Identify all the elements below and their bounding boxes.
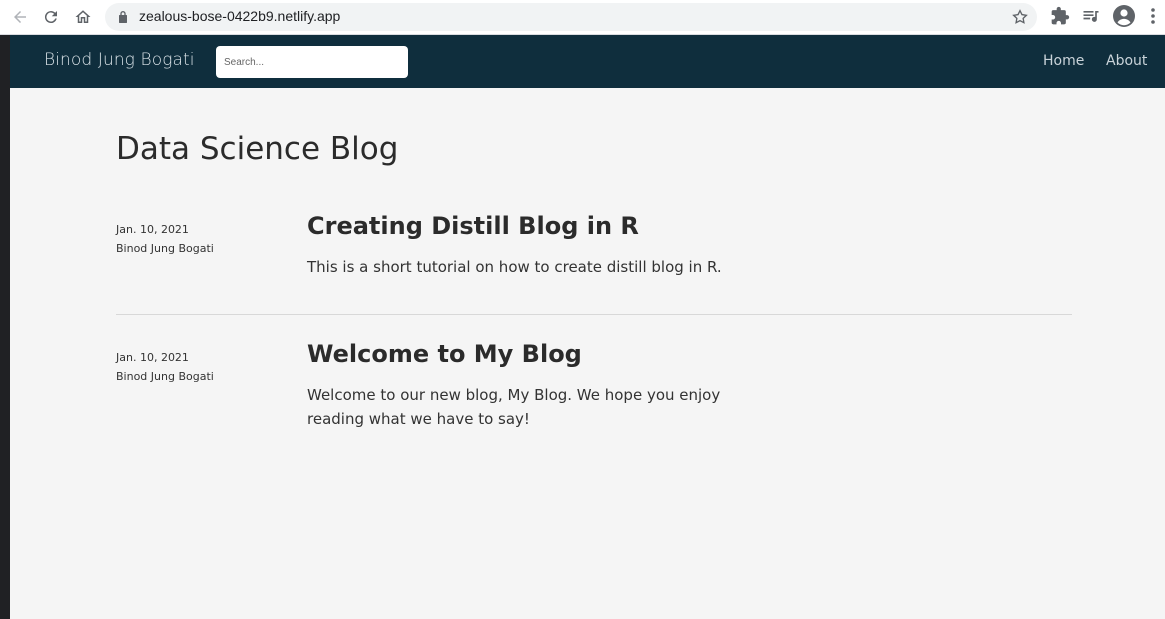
reload-button[interactable] (37, 3, 65, 31)
page-content: Binod Jung Bogati Home About Data Scienc… (10, 35, 1165, 619)
nav-about-link[interactable]: About (1106, 53, 1147, 69)
arrow-left-icon (14, 11, 26, 23)
post-item[interactable]: Jan. 10, 2021 Binod Jung Bogati Welcome … (116, 340, 1072, 450)
post-item[interactable]: Jan. 10, 2021 Binod Jung Bogati Creating… (116, 212, 1072, 315)
home-button[interactable] (69, 3, 97, 31)
star-icon[interactable] (1011, 8, 1029, 26)
search-input[interactable] (216, 46, 408, 78)
account-icon[interactable] (1112, 4, 1136, 28)
media-queue-icon[interactable] (1081, 6, 1101, 26)
address-bar[interactable]: zealous-bose-0422b9.netlify.app (105, 3, 1037, 31)
post-description: This is a short tutorial on how to creat… (307, 258, 722, 276)
home-icon (75, 10, 91, 23)
post-meta: Jan. 10, 2021 Binod Jung Bogati (116, 220, 296, 258)
post-date: Jan. 10, 2021 (116, 223, 189, 236)
post-title-link[interactable]: Welcome to My Blog (307, 340, 582, 368)
window-edge (0, 35, 10, 619)
site-header: Binod Jung Bogati Home About (10, 35, 1165, 88)
post-title-link[interactable]: Creating Distill Blog in R (307, 212, 639, 240)
kebab-menu-icon[interactable] (1146, 6, 1160, 26)
browser-toolbar: zealous-bose-0422b9.netlify.app (0, 0, 1165, 35)
url-text[interactable]: zealous-bose-0422b9.netlify.app (139, 8, 340, 24)
post-description: Welcome to our new blog, My Blog. We hop… (307, 386, 721, 428)
post-author: Binod Jung Bogati (116, 370, 214, 383)
nav-home-link[interactable]: Home (1043, 53, 1084, 69)
back-button[interactable] (6, 3, 34, 31)
post-author: Binod Jung Bogati (116, 242, 214, 255)
puzzle-icon[interactable] (1050, 6, 1070, 26)
page-title: Data Science Blog (116, 131, 399, 167)
post-date: Jan. 10, 2021 (116, 351, 189, 364)
lock-icon (119, 11, 127, 23)
reload-icon (44, 11, 57, 24)
site-title-link[interactable]: Binod Jung Bogati (44, 50, 195, 70)
post-meta: Jan. 10, 2021 Binod Jung Bogati (116, 348, 296, 386)
